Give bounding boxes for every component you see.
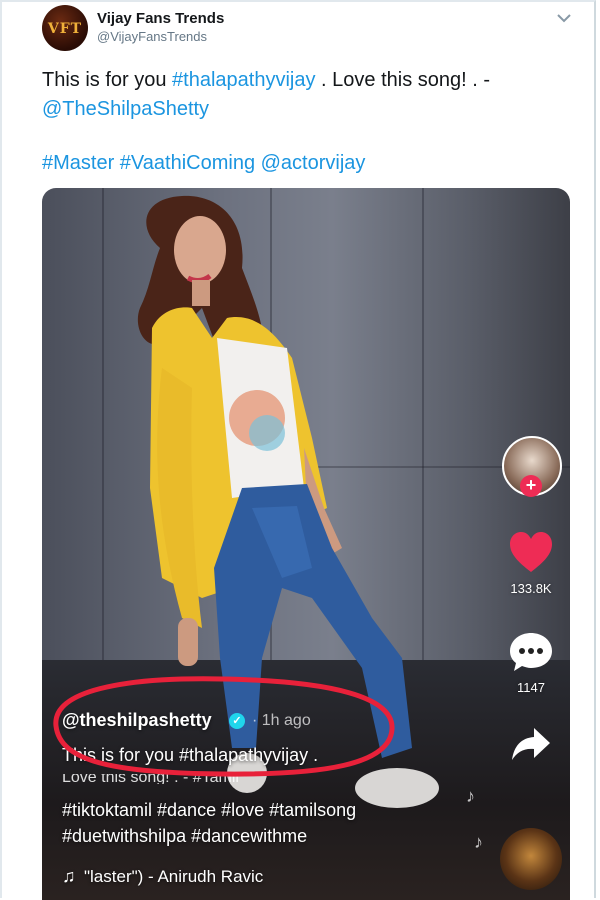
tweet-hashtags[interactable]: #Master #VaathiComing @actorvijay	[42, 152, 365, 175]
likes-count: 133.8K	[510, 581, 552, 596]
share-icon[interactable]	[510, 726, 552, 762]
dancer-figure	[137, 195, 439, 808]
comments-count: 1147	[517, 680, 545, 695]
author-avatar[interactable]: VFT	[42, 5, 88, 51]
author-handle[interactable]: @VijayFansTrends	[97, 29, 207, 44]
chevron-down-icon[interactable]	[555, 9, 573, 27]
heart-icon[interactable]	[508, 530, 554, 574]
video-hashtags-line1[interactable]: #tiktoktamil #dance #love #tamilsong	[62, 800, 356, 821]
video-music-row[interactable]: ♫ "laster") - Anirudh Ravic	[62, 866, 302, 887]
tweet-text-part1: This is for you	[42, 69, 173, 91]
tweet-text-part2: . Love this song! . -	[315, 69, 491, 91]
author-display-name[interactable]: Vijay Fans Trends	[97, 10, 224, 27]
music-note-icon: ♪	[474, 832, 483, 852]
video-hashtags-line2[interactable]: #duetwithshilpa #dancewithme	[62, 826, 307, 847]
highlight-ring	[53, 676, 395, 777]
music-title: "laster") - Anirudh Ravic	[84, 867, 264, 886]
hashtag-link-thalapathyvijay[interactable]: #thalapathyvijay	[172, 69, 315, 91]
avatar-logo-text: VFT	[47, 21, 83, 37]
music-note-icon: ♪	[466, 786, 475, 806]
tweet-text: This is for you #thalapathyvijay . Love …	[42, 66, 562, 124]
music-disc[interactable]	[500, 828, 562, 890]
mention-link-theshilpashetty[interactable]: @TheShilpaShetty	[42, 98, 209, 120]
video-player[interactable]: + 133.8K 1147 ♪ ♪ @theshilpashetty ✓ · 1…	[42, 188, 570, 900]
comment-icon[interactable]	[508, 630, 554, 674]
follow-button[interactable]: +	[520, 475, 542, 497]
music-note-icon: ♫	[62, 866, 76, 886]
